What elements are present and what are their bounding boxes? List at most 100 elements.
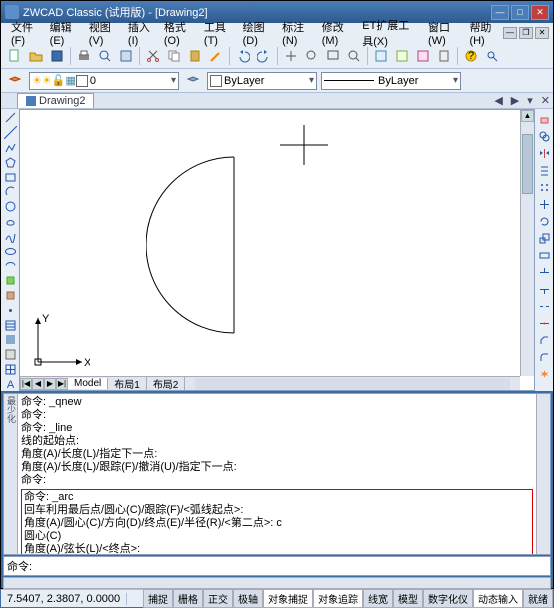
menu-view[interactable]: 视图(V) [83, 17, 122, 49]
ellipse-icon[interactable] [2, 244, 18, 258]
zoom-rt-icon[interactable] [302, 46, 322, 66]
linetype-dropdown[interactable]: ByLayer [321, 72, 461, 90]
find-icon[interactable] [482, 46, 502, 66]
arc-icon[interactable] [2, 185, 18, 199]
ellipse-arc-icon[interactable] [2, 259, 18, 273]
explode-icon[interactable] [536, 366, 552, 382]
table-icon[interactable] [2, 363, 18, 377]
mtext-icon[interactable]: A [2, 377, 18, 391]
print-icon[interactable] [74, 46, 94, 66]
tab-model[interactable]: Model [68, 378, 108, 389]
menu-tools[interactable]: 工具(T) [198, 17, 237, 49]
cmd-vscroll[interactable] [536, 394, 550, 554]
props-icon[interactable] [371, 46, 391, 66]
close-button[interactable]: ✕ [531, 5, 549, 20]
cmd-hscroll[interactable] [3, 577, 551, 589]
mdi-restore-button[interactable]: ❐ [519, 27, 533, 39]
status-toggle-1[interactable]: 栅格 [173, 589, 203, 608]
menu-format[interactable]: 格式(O) [158, 17, 198, 49]
erase-icon[interactable] [536, 111, 552, 127]
open-icon[interactable] [26, 46, 46, 66]
status-toggle-6[interactable]: 线宽 [363, 589, 393, 608]
menu-edit[interactable]: 编辑(E) [44, 17, 83, 49]
layer-prev-icon[interactable] [183, 71, 203, 91]
redo-icon[interactable] [254, 46, 274, 66]
sheet-nav-last[interactable]: ▶| [56, 378, 68, 390]
menu-draw[interactable]: 绘图(D) [237, 17, 277, 49]
cut-icon[interactable] [143, 46, 163, 66]
status-toggle-8[interactable]: 数字化仪 [423, 589, 473, 608]
menu-help[interactable]: 帮助(H) [463, 17, 503, 49]
gradient-icon[interactable] [2, 333, 18, 347]
join-icon[interactable] [536, 315, 552, 331]
sheet-nav-next[interactable]: ▶ [44, 378, 56, 390]
tpalette-icon[interactable] [413, 46, 433, 66]
color-dropdown[interactable]: ByLayer [207, 72, 317, 90]
status-toggle-0[interactable]: 捕捉 [143, 589, 173, 608]
chamfer-icon[interactable] [536, 332, 552, 348]
hatch-icon[interactable] [2, 318, 18, 332]
match-icon[interactable] [206, 46, 226, 66]
insert-icon[interactable] [2, 274, 18, 288]
copy-obj-icon[interactable] [536, 128, 552, 144]
menu-modify[interactable]: 修改(M) [316, 17, 356, 49]
stretch-icon[interactable] [536, 247, 552, 263]
tab-prev-icon[interactable]: ◀ [491, 94, 505, 107]
trim-icon[interactable] [536, 264, 552, 280]
document-tab[interactable]: Drawing2 [17, 93, 94, 108]
coordinate-readout[interactable]: 7.5407, 2.3807, 0.0000 [1, 593, 127, 605]
preview-icon[interactable] [95, 46, 115, 66]
menu-insert[interactable]: 插入(I) [122, 17, 158, 49]
undo-icon[interactable] [233, 46, 253, 66]
command-input[interactable] [32, 561, 547, 572]
pline-icon[interactable] [2, 141, 18, 155]
line-icon[interactable] [2, 111, 18, 125]
polygon-icon[interactable] [2, 155, 18, 169]
menu-dim[interactable]: 标注(N) [276, 17, 316, 49]
publish-icon[interactable] [116, 46, 136, 66]
block-icon[interactable] [2, 289, 18, 303]
status-toggle-2[interactable]: 正交 [203, 589, 233, 608]
menu-window[interactable]: 窗口(W) [422, 17, 463, 49]
move-icon[interactable] [536, 196, 552, 212]
status-toggle-3[interactable]: 极轴 [233, 589, 263, 608]
status-toggle-7[interactable]: 模型 [393, 589, 423, 608]
save-icon[interactable] [47, 46, 67, 66]
status-toggle-10[interactable]: 就绪 [523, 589, 553, 608]
scale-icon[interactable] [536, 230, 552, 246]
new-icon[interactable] [5, 46, 25, 66]
circle-icon[interactable] [2, 200, 18, 214]
tab-layout1[interactable]: 布局1 [108, 376, 147, 390]
menu-file[interactable]: 文件(F) [5, 17, 44, 49]
paste-icon[interactable] [185, 46, 205, 66]
copy-icon[interactable] [164, 46, 184, 66]
status-toggle-9[interactable]: 动态输入 [473, 589, 523, 608]
dcenter-icon[interactable] [392, 46, 412, 66]
zoom-win-icon[interactable] [323, 46, 343, 66]
horizontal-scrollbar[interactable] [195, 378, 510, 390]
tab-menu-icon[interactable]: ▾ [524, 94, 536, 107]
command-history[interactable]: 命令: _qnew 命令: 命令: _line 线的起始点: 角度(A)/长度(… [18, 394, 536, 554]
status-toggle-4[interactable]: 对象捕捉 [263, 589, 313, 608]
break-icon[interactable] [536, 298, 552, 314]
spline-icon[interactable] [2, 229, 18, 243]
rotate-icon[interactable] [536, 213, 552, 229]
drawing-canvas[interactable]: Y X ▲ |◀ ◀ ▶ ▶| Model 布局1 布局2 [20, 110, 534, 390]
xline-icon[interactable] [2, 126, 18, 140]
tab-close-icon[interactable]: ✕ [538, 94, 553, 107]
help-icon[interactable]: ? [461, 46, 481, 66]
revcloud-icon[interactable] [2, 215, 18, 229]
zoom-prev-icon[interactable] [344, 46, 364, 66]
tab-next-icon[interactable]: ▶ [508, 94, 522, 107]
status-toggle-5[interactable]: 对象追踪 [313, 589, 363, 608]
tab-layout2[interactable]: 布局2 [147, 376, 186, 390]
extend-icon[interactable] [536, 281, 552, 297]
offset-icon[interactable] [536, 162, 552, 178]
maximize-button[interactable]: □ [511, 5, 529, 20]
fillet-icon[interactable] [536, 349, 552, 365]
point-icon[interactable] [2, 303, 18, 317]
pan-icon[interactable] [281, 46, 301, 66]
rectangle-icon[interactable] [2, 170, 18, 184]
region-icon[interactable] [2, 348, 18, 362]
layer-dropdown[interactable]: ☀☀🔓▦0 [29, 72, 179, 90]
